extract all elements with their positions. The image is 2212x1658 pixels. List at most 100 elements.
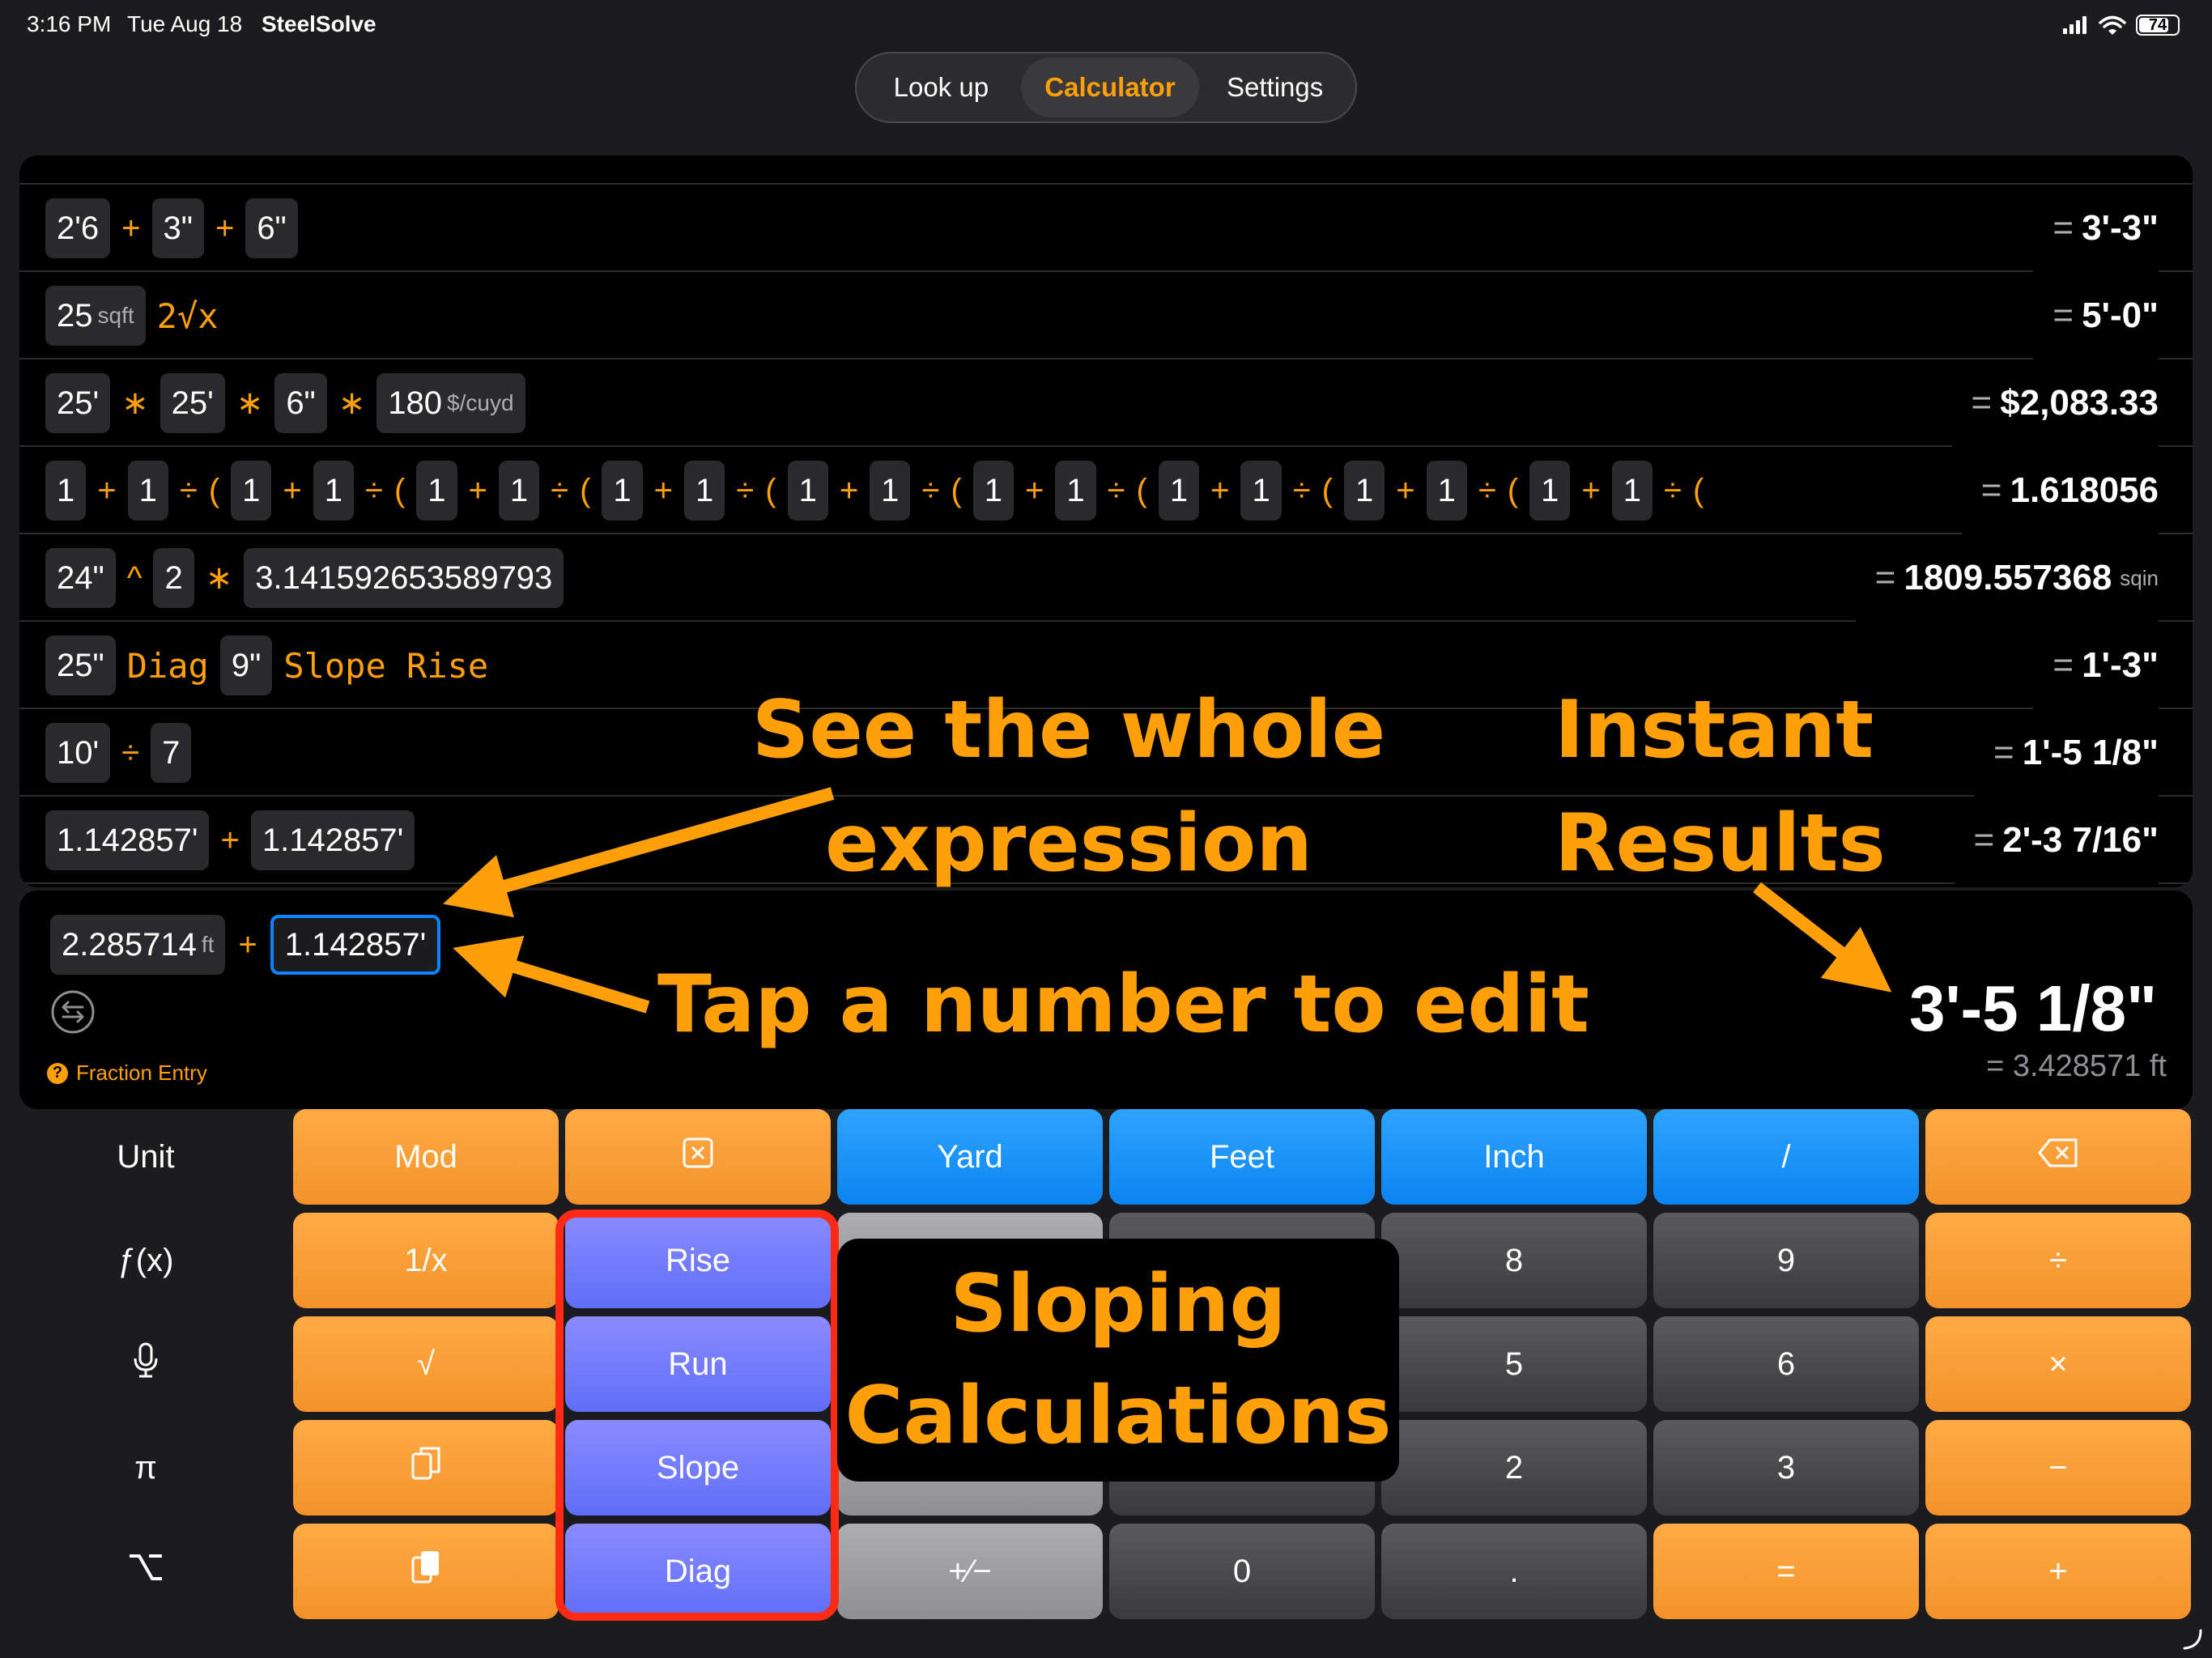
history-number[interactable]: 3"	[151, 198, 204, 258]
paste-key[interactable]	[293, 1524, 559, 1619]
history-result[interactable]: = $2,083.33	[1951, 359, 2159, 447]
history-number[interactable]: 1	[972, 461, 1014, 521]
history-number[interactable]: 25'	[160, 373, 225, 433]
slope-keys-highlight-frame	[555, 1209, 839, 1621]
key[interactable]: /	[1653, 1109, 1919, 1205]
history-number[interactable]: 24"	[45, 548, 116, 608]
history-number[interactable]: 180 $/cuyd	[376, 373, 525, 433]
history-result-value: 5'-0"	[2082, 295, 2159, 335]
history-number[interactable]: 1	[313, 461, 354, 521]
history-number[interactable]: 1	[1611, 461, 1653, 521]
history-number[interactable]: 10'	[45, 723, 111, 783]
history-number[interactable]: 2	[153, 548, 194, 608]
current-result-decimal: = 3.428571 ft	[1986, 1049, 2167, 1083]
key[interactable]: −	[1925, 1420, 2191, 1516]
tab-calculator[interactable]: Calculator	[1020, 57, 1200, 117]
side-key[interactable]: Unit	[0, 1109, 291, 1205]
key[interactable]: Feet	[1109, 1109, 1375, 1205]
history-number[interactable]: 9"	[219, 636, 273, 695]
tab-look-up[interactable]: Look up	[861, 57, 1021, 117]
tab-settings[interactable]: Settings	[1199, 57, 1351, 117]
history-result[interactable]: = 3'-3"	[2033, 185, 2159, 272]
history-number[interactable]: 1	[870, 461, 911, 521]
history-operator: ÷	[1663, 472, 1682, 508]
history-number[interactable]: 6"	[274, 373, 327, 433]
history-number[interactable]: 1	[416, 461, 457, 521]
history-result[interactable]: = 1'-3"	[2033, 622, 2159, 709]
key[interactable]: 5	[1381, 1316, 1647, 1412]
history-number[interactable]: 1	[1055, 461, 1096, 521]
history-number[interactable]: 3.141592653589793	[244, 548, 564, 608]
key[interactable]: ×	[1925, 1316, 2191, 1412]
side-key[interactable]: ƒ(x)	[0, 1213, 291, 1308]
history-number-value: 1	[984, 472, 1002, 508]
key[interactable]: 0	[1109, 1524, 1375, 1619]
key[interactable]: Yard	[837, 1109, 1103, 1205]
history-number[interactable]: 1	[1343, 461, 1385, 521]
history-row-partial[interactable]	[19, 155, 2193, 185]
clear-entry-key[interactable]	[565, 1109, 831, 1205]
key[interactable]: 1/x	[293, 1213, 559, 1308]
history-number-value: 1	[1437, 472, 1456, 508]
side-key-option[interactable]	[0, 1524, 291, 1619]
key[interactable]: ÷	[1925, 1213, 2191, 1308]
side-key-mic[interactable]	[0, 1316, 291, 1412]
history-result-value: 3'-3"	[2082, 208, 2159, 248]
history-number[interactable]: 1	[1158, 461, 1200, 521]
history-number[interactable]: 1	[602, 461, 643, 521]
history-operator: ÷	[736, 472, 755, 508]
convert-swap-icon[interactable]	[50, 989, 96, 1035]
history-expression: 2'6 +3" +6"	[45, 185, 298, 272]
help-icon: ?	[47, 1062, 68, 1084]
history-number[interactable]: 1	[127, 461, 168, 521]
expression-number[interactable]: 2.285714 ft	[50, 915, 226, 975]
history-number[interactable]: 1	[1426, 461, 1467, 521]
history-number[interactable]: 1.142857'	[45, 810, 210, 870]
backspace-key[interactable]	[1925, 1109, 2191, 1205]
history-number[interactable]: 1	[1529, 461, 1571, 521]
key[interactable]: 2	[1381, 1420, 1647, 1516]
history-number[interactable]: 25"	[45, 636, 116, 695]
key[interactable]: Inch	[1381, 1109, 1647, 1205]
key[interactable]: +	[1925, 1524, 2191, 1619]
history-row[interactable]: 25' ∗ 25' ∗ 6" ∗ 180 $/cuyd = $2,083.33	[19, 359, 2193, 447]
history-number[interactable]: 6"	[245, 198, 298, 258]
history-number[interactable]: 1	[684, 461, 725, 521]
history-row[interactable]: 1 +1 ÷ (1 +1 ÷ (1 +1 ÷ (1 +1 ÷ (1 +1 ÷ (1 +1 ÷ (1 +1 ÷ (1 +1 ÷ (…	[19, 447, 2193, 534]
history-operator: +	[121, 210, 141, 246]
copy-key[interactable]	[293, 1420, 559, 1516]
key[interactable]: 3	[1653, 1420, 1919, 1516]
key[interactable]: =	[1653, 1524, 1919, 1619]
key[interactable]: .	[1381, 1524, 1647, 1619]
key[interactable]: 9	[1653, 1213, 1919, 1308]
key[interactable]: 8	[1381, 1213, 1647, 1308]
fraction-entry-hint[interactable]: ? Fraction Entry	[47, 1061, 207, 1086]
selected-expression-number[interactable]: 1.142857'	[270, 915, 441, 975]
history-number[interactable]: 7	[151, 723, 192, 783]
key[interactable]: +⁄−	[837, 1524, 1103, 1619]
history-result[interactable]: = 5'-0"	[2033, 272, 2159, 359]
history-row[interactable]: 2'6 +3" +6" = 3'-3"	[19, 185, 2193, 272]
history-number[interactable]: 2'6	[45, 198, 111, 258]
history-number[interactable]: 1.142857'	[250, 810, 415, 870]
key[interactable]: 6	[1653, 1316, 1919, 1412]
history-row[interactable]: 25 sqft 2√x = 5'-0"	[19, 272, 2193, 359]
history-result[interactable]: = 1809.557368 sqin	[1855, 534, 2159, 622]
history-number[interactable]: 1	[498, 461, 540, 521]
history-number[interactable]: 25 sqft	[45, 286, 146, 346]
history-result[interactable]: = 1'-5 1/8"	[1973, 709, 2159, 797]
side-key[interactable]: π	[0, 1420, 291, 1516]
key[interactable]: Mod	[293, 1109, 559, 1205]
key[interactable]: √	[293, 1316, 559, 1412]
history-number[interactable]: 25'	[45, 373, 111, 433]
history-number[interactable]: 1	[787, 461, 828, 521]
history-operator: ÷	[1107, 472, 1125, 508]
history-operator: ÷	[179, 472, 198, 508]
history-number[interactable]: 1	[45, 461, 87, 521]
history-number[interactable]: 1	[231, 461, 272, 521]
history-result[interactable]: = 1.618056	[1961, 447, 2159, 534]
history-result[interactable]: = 2'-3 7/16"	[1954, 797, 2159, 884]
history-number[interactable]: 1	[1240, 461, 1282, 521]
history-row[interactable]: 24" ^ 2 ∗ 3.141592653589793 = 1809.557368 sqin	[19, 534, 2193, 622]
history-operator: ÷	[921, 472, 940, 508]
